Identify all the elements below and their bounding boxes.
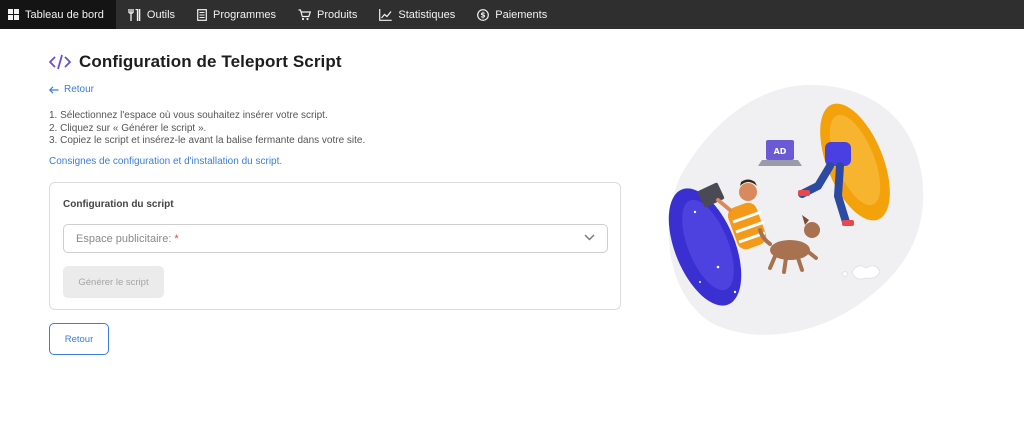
- back-button[interactable]: Retour: [49, 323, 109, 355]
- nav-label: Statistiques: [398, 8, 456, 21]
- svg-text:$: $: [481, 10, 486, 19]
- arrow-left-icon: [49, 85, 59, 94]
- nav-item-dashboard[interactable]: Tableau de bord: [0, 0, 116, 29]
- select-placeholder: Espace publicitaire:: [76, 232, 172, 245]
- back-link-label: Retour: [64, 84, 95, 95]
- nav-item-payments[interactable]: $ Paiements: [467, 0, 557, 29]
- nav-label: Produits: [317, 8, 358, 21]
- nav-item-tools[interactable]: Outils: [118, 0, 185, 29]
- dollar-coin-icon: $: [477, 8, 490, 21]
- chart-line-icon: [379, 8, 393, 21]
- setup-instructions-link[interactable]: Consignes de configuration et d'installa…: [49, 156, 282, 167]
- code-icon: [49, 54, 71, 70]
- required-mark: *: [174, 232, 179, 245]
- nav-label: Paiements: [495, 8, 548, 21]
- ad-space-select[interactable]: Espace publicitaire: *: [63, 224, 608, 253]
- page-header: Configuration de Teleport Script: [49, 52, 342, 72]
- script-config-card: Configuration du script Espace publicita…: [49, 182, 621, 310]
- nav-item-products[interactable]: Produits: [288, 0, 367, 29]
- generate-script-button[interactable]: Générer le script: [63, 266, 164, 298]
- nav-item-programs[interactable]: Programmes: [187, 0, 286, 29]
- svg-text:AD: AD: [774, 147, 787, 156]
- document-icon: [197, 8, 207, 21]
- nav-label: Programmes: [213, 8, 276, 21]
- nav-label: Outils: [146, 8, 176, 21]
- page-title: Configuration de Teleport Script: [79, 52, 342, 71]
- dashboard-grid-icon: [8, 9, 19, 20]
- chevron-down-icon: [584, 234, 595, 241]
- tools-icon: [128, 8, 141, 21]
- step-text: 1. Sélectionnez l'espace où vous souhait…: [49, 110, 328, 121]
- card-title: Configuration du script: [63, 199, 174, 210]
- top-navigation: Tableau de bord Outils Programmes Produi…: [0, 0, 1024, 29]
- cart-icon: [298, 8, 311, 20]
- instruction-steps: 1. Sélectionnez l'espace où vous souhait…: [49, 110, 365, 148]
- back-link[interactable]: Retour: [49, 84, 94, 95]
- nav-item-statistics[interactable]: Statistiques: [369, 0, 465, 29]
- step-text: 2. Cliquez sur « Générer le script ».: [49, 122, 207, 134]
- step-text: 3. Copiez le script et insérez-le avant …: [49, 135, 366, 147]
- teleport-illustration: AD: [668, 84, 924, 335]
- nav-label: Tableau de bord: [25, 8, 104, 21]
